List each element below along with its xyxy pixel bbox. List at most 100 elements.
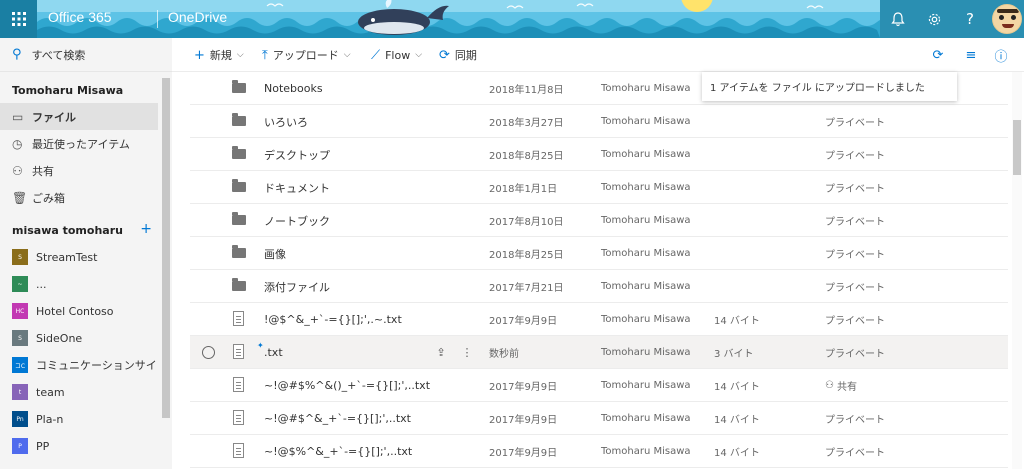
sharing-label: 共有 xyxy=(836,382,857,393)
avatar[interactable] xyxy=(992,4,1022,34)
trash-icon: 🗑 xyxy=(12,190,28,205)
new-label: 新規 xyxy=(209,49,232,62)
share-icon[interactable]: ⇪ xyxy=(428,346,454,359)
waffle-icon[interactable] xyxy=(0,0,37,38)
modified-date: 2017年7月21日 xyxy=(489,283,564,294)
brand-divider xyxy=(157,10,158,28)
refresh-icon[interactable]: ⟳ xyxy=(926,38,950,72)
bell-icon[interactable] xyxy=(880,0,916,38)
sharing-status: プライベート xyxy=(825,448,885,459)
text-file-icon xyxy=(233,377,244,392)
folder-icon xyxy=(232,212,246,225)
file-name[interactable]: 画像 xyxy=(264,237,286,270)
row-select-checkbox[interactable] xyxy=(202,346,215,359)
site-label: Pla-n xyxy=(36,412,64,426)
modified-by: Tomoharu Misawa xyxy=(601,446,691,457)
file-name[interactable]: ~!@#$^&_+`-={}[];',..txt xyxy=(264,402,411,435)
file-name[interactable]: ドキュメント xyxy=(264,171,330,204)
sites-title: misawa tomoharu xyxy=(12,224,123,237)
more-options-icon[interactable]: ⋮ xyxy=(454,346,480,359)
nav-item-label: ごみ箱 xyxy=(32,191,65,205)
folder-icon xyxy=(232,245,246,258)
file-name[interactable]: デスクトップ xyxy=(264,138,330,171)
sort-icon[interactable]: ≡ xyxy=(959,38,983,72)
table-row[interactable]: ~!@#$%^&()_+`-={}[];',..txt 2017年9月9日 To… xyxy=(190,369,1008,402)
site-item-pp[interactable]: P PP xyxy=(12,435,162,457)
modified-date: 2017年9月9日 xyxy=(489,382,558,393)
file-name[interactable]: ~!@#$%^&()_+`-={}[];',..txt xyxy=(264,369,430,402)
office-365-brand[interactable]: Office 365 xyxy=(48,9,112,25)
file-name[interactable]: ~!@$%^&_+`-={}[];',..txt xyxy=(264,435,412,468)
search-label: すべて検索 xyxy=(31,48,86,62)
file-name[interactable]: Notebooks xyxy=(264,72,323,105)
nav-item-files[interactable]: ▭ ファイル xyxy=(0,103,158,130)
ocean-whale-theme xyxy=(37,0,897,38)
chevron-down-icon: ⌵ xyxy=(343,50,351,60)
site-item-team[interactable]: t team xyxy=(12,381,162,403)
folder-icon xyxy=(232,80,246,93)
file-name[interactable]: !@$^&_+`-={}[];',.~.txt xyxy=(264,303,402,336)
site-logo: コC xyxy=(12,357,28,373)
table-row[interactable]: ✦ .txt ⇪ ⋮ 数秒前 Tomoharu Misawa 3 バイト プライ… xyxy=(190,336,1008,369)
sharing-status: プライベート xyxy=(825,151,885,162)
sharing-status: プライベート xyxy=(825,415,885,426)
upload-button[interactable]: ⤒ アップロード ⌵ xyxy=(262,38,351,72)
command-bar: + 新規 ⌵ ⤒ アップロード ⌵ ⟋ Flow ⌵ ⟳ 同期 ⟳ ≡ ⓘ xyxy=(172,38,1024,72)
nav-item-label: ファイル xyxy=(32,110,76,124)
sync-button[interactable]: ⟳ 同期 xyxy=(439,38,477,72)
upload-icon: ⤒ xyxy=(262,47,268,63)
list-scrollbar-thumb[interactable] xyxy=(1013,120,1021,175)
table-row[interactable]: デスクトップ 2018年8月25日 Tomoharu Misawa プライベート xyxy=(190,138,1008,171)
shared-people-icon: ⚇ xyxy=(825,380,834,391)
modified-by: Tomoharu Misawa xyxy=(601,248,691,259)
site-label: ... xyxy=(36,277,47,291)
modified-date: 2017年9月9日 xyxy=(489,415,558,426)
table-row[interactable]: !@$^&_+`-={}[];',.~.txt 2017年9月9日 Tomoha… xyxy=(190,303,1008,336)
file-size: 14 バイト xyxy=(714,448,760,459)
table-row[interactable]: 添付ファイル 2017年7月21日 Tomoharu Misawa プライベート xyxy=(190,270,1008,303)
sync-icon: ⟳ xyxy=(439,47,450,63)
table-row[interactable]: ノートブック 2017年8月10日 Tomoharu Misawa プライベート xyxy=(190,204,1008,237)
folder-icon xyxy=(232,113,246,126)
site-label: コミュニケーションサイ xyxy=(36,359,157,372)
info-icon[interactable]: ⓘ xyxy=(989,38,1013,72)
site-item-2[interactable]: ~ ... xyxy=(12,273,162,295)
file-name[interactable]: ノートブック xyxy=(264,204,330,237)
modified-date: 2018年8月25日 xyxy=(489,151,564,162)
nav-item-shared[interactable]: ⚇ 共有 xyxy=(0,157,158,184)
folder-icon: ▭ xyxy=(12,109,24,124)
site-label: StreamTest xyxy=(36,250,98,264)
site-item-communication[interactable]: コC コミュニケーションサイ xyxy=(12,354,162,376)
file-name[interactable]: 添付ファイル xyxy=(264,270,330,303)
table-row[interactable]: ドキュメント 2018年1月1日 Tomoharu Misawa プライベート xyxy=(190,171,1008,204)
table-row[interactable]: ~!@#$^&_+`-={}[];',..txt 2017年9月9日 Tomoh… xyxy=(190,402,1008,435)
site-item-streamtest[interactable]: S StreamTest xyxy=(12,246,162,268)
flow-button[interactable]: ⟋ Flow ⌵ xyxy=(371,38,422,72)
site-item-hotel-contoso[interactable]: HC Hotel Contoso xyxy=(12,300,162,322)
upload-label: アップロード xyxy=(272,49,339,62)
search-all[interactable]: ⚲ すべて検索 xyxy=(0,38,172,72)
nav-item-recycle-bin[interactable]: 🗑 ごみ箱 xyxy=(0,184,158,211)
site-item-pla-n[interactable]: Pn Pla-n xyxy=(12,408,162,430)
onedrive-brand[interactable]: OneDrive xyxy=(168,9,227,25)
sharing-status: プライベート xyxy=(825,316,885,327)
site-logo: ~ xyxy=(12,276,28,292)
gear-icon[interactable] xyxy=(916,0,952,38)
file-name[interactable]: いろいろ xyxy=(264,105,308,138)
table-row[interactable]: ~!@$%^&_+`-={}[];',..txt 2017年9月9日 Tomoh… xyxy=(190,435,1008,468)
nav-item-recent[interactable]: ◷ 最近使ったアイテム xyxy=(0,130,158,157)
table-row[interactable]: いろいろ 2018年3月27日 Tomoharu Misawa プライベート xyxy=(190,105,1008,138)
modified-date: 2017年9月9日 xyxy=(489,316,558,327)
sharing-status: プライベート xyxy=(825,217,885,228)
folder-icon xyxy=(232,278,246,291)
modified-date: 2018年11月8日 xyxy=(489,85,564,96)
sharing-status: プライベート xyxy=(825,283,885,294)
table-row[interactable]: 画像 2018年8月25日 Tomoharu Misawa プライベート xyxy=(190,237,1008,270)
file-name[interactable]: .txt xyxy=(264,336,283,369)
help-icon[interactable]: ? xyxy=(952,0,988,38)
nav-item-label: 共有 xyxy=(32,164,54,178)
new-button[interactable]: + 新規 ⌵ xyxy=(194,38,244,72)
site-item-sideone[interactable]: S SideOne xyxy=(12,327,162,349)
add-site-icon[interactable]: + xyxy=(140,221,152,237)
nav-scrollbar[interactable] xyxy=(162,78,170,418)
